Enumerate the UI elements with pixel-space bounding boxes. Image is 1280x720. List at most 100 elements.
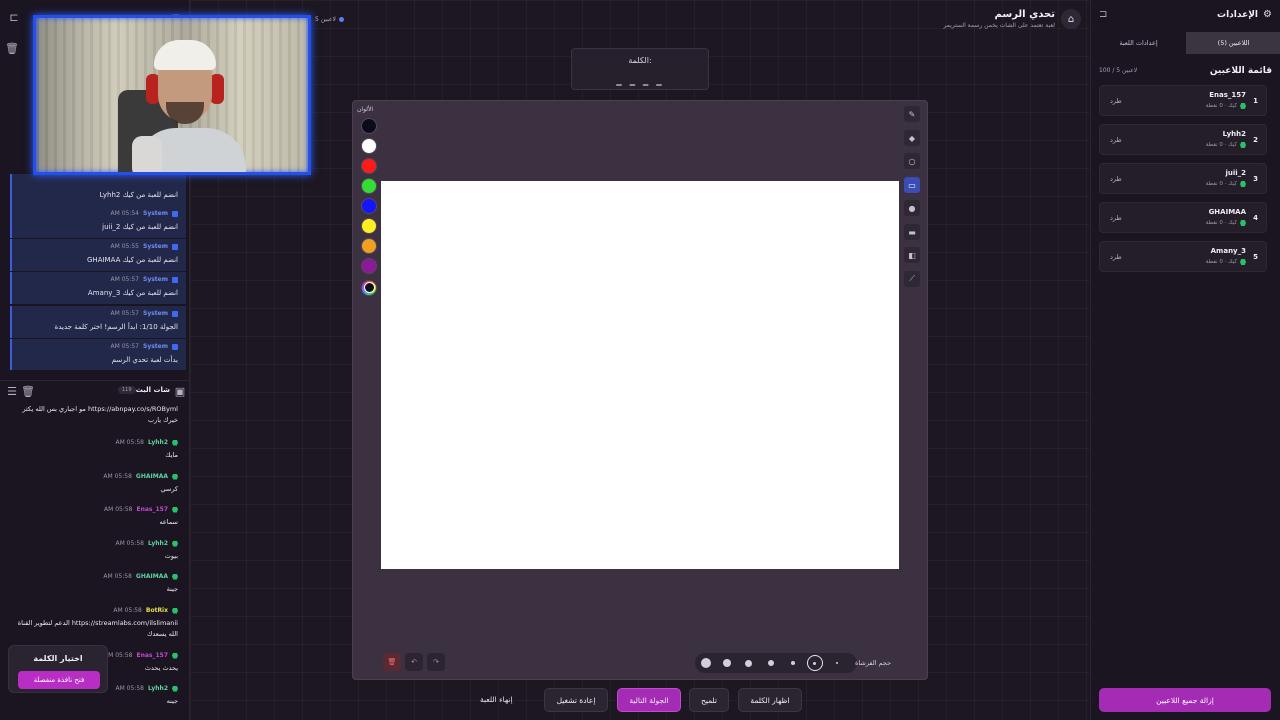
message-time: AM 05:57 — [110, 310, 139, 317]
brush-size-label: حجم الفرشاة — [855, 659, 892, 667]
color-swatch-blue[interactable] — [361, 198, 377, 214]
system-message: AM 05:54 System juii_2 انضم للعبة من كيك — [10, 206, 186, 238]
player-card: 1 Enas_157 كيك · 0 نقطة طرد — [1099, 85, 1267, 116]
brush-size-1-dot — [813, 661, 816, 665]
player-card: 2 Lyhh2 كيك · 0 نقطة طرد — [1099, 124, 1267, 155]
brush-size-2[interactable] — [791, 661, 795, 665]
kick-button[interactable]: طرد — [1110, 97, 1122, 105]
hint-button[interactable]: تلميح — [689, 688, 729, 712]
kick-button[interactable]: طرد — [1110, 175, 1122, 183]
redo-icon[interactable]: ↷ — [427, 653, 445, 671]
filled-circle-icon[interactable]: ● — [904, 200, 920, 216]
chat-message-text: مو اجباري بس الله يكثر https://abnpay.co… — [22, 405, 178, 424]
message-time: AM 05:57 — [110, 343, 139, 350]
tools-bar: ✎ ◆ ○ ▭ ● ▬ ◧ ⟋ — [902, 106, 922, 296]
clear-canvas-icon[interactable]: 🗑 — [383, 653, 401, 671]
tab-game-settings[interactable]: إعدادات اللعبة — [1091, 32, 1186, 54]
color-swatch-white[interactable] — [361, 138, 377, 154]
message-time: AM 05:57 — [110, 276, 139, 283]
menu-icon[interactable]: ☰ — [4, 383, 20, 399]
message-sender: System — [143, 310, 168, 317]
color-swatch-red[interactable] — [361, 158, 377, 174]
tab-players[interactable]: اللاعبين (5) — [1186, 32, 1280, 54]
player-name: juii_2 — [1225, 169, 1246, 177]
message-time: AM 05:58 — [115, 685, 144, 692]
kick-badge-icon — [1240, 259, 1246, 265]
player-card: 5 Amany_3 كيك · 0 نقطة طرد — [1099, 241, 1267, 272]
system-message: AM 05:57 System الجولة 1/10: ابدأ الرسم! … — [10, 306, 186, 338]
end-game-button[interactable]: إنهاء اللعبة — [480, 695, 513, 704]
chat-header: ☰ 🗑 119 شات البث ▣ — [0, 380, 190, 400]
system-message-text: Amany_3 انضم للعبة من كيك — [87, 289, 178, 297]
system-message-text: الجولة 1/10: ابدأ الرسم! اختر كلمة جديدة — [54, 323, 178, 331]
player-name: Lyhh2 — [1222, 130, 1246, 138]
fill-bucket-icon[interactable]: ◧ — [904, 247, 920, 263]
system-badge-icon — [172, 243, 178, 250]
system-message-text: GHAIMAA انضم للعبة من كيك — [87, 256, 178, 264]
trash-icon[interactable]: 🗑 — [20, 383, 36, 399]
system-badge-icon — [172, 343, 178, 350]
kick-badge-icon — [172, 607, 178, 614]
settings-title: الإعدادات — [1217, 10, 1258, 20]
chat-message: AM 05:58 BotRix الدعم لتطوير القناة https… — [8, 606, 178, 640]
color-swatch-yellow[interactable] — [361, 218, 377, 234]
players-capacity: 100 / 5 لاعبين — [1099, 67, 1138, 74]
kick-badge-icon — [1240, 220, 1246, 226]
custom-color-picker[interactable] — [361, 280, 377, 296]
chat-title: شات البث — [135, 386, 170, 394]
circle-icon[interactable]: ○ — [904, 153, 920, 169]
gear-icon: ⚙ — [1263, 9, 1272, 20]
brush-size-3[interactable] — [768, 660, 774, 666]
message-user: Enas_157 — [136, 652, 168, 659]
home-icon[interactable]: ⌂ — [1061, 9, 1081, 29]
undo-icon[interactable]: ↶ — [405, 653, 423, 671]
chat-message-text: جينة — [166, 585, 178, 593]
kick-button[interactable]: طرد — [1110, 214, 1122, 222]
player-rank: 5 — [1253, 253, 1258, 261]
eraser-icon[interactable]: ◆ — [904, 130, 920, 146]
message-user: Lyhh2 — [147, 685, 168, 692]
player-card: 3 juii_2 كيك · 0 نقطة طرد — [1099, 163, 1267, 194]
message-sender: System — [143, 276, 168, 283]
drawing-canvas[interactable] — [381, 181, 899, 569]
remove-all-players-button[interactable]: إزالة جميع اللاعبين — [1099, 688, 1271, 712]
restart-button[interactable]: إعادة تشغيل — [544, 688, 608, 712]
pencil-icon[interactable]: ✎ — [904, 106, 920, 122]
message-sender: System — [143, 343, 168, 350]
brush-size-4[interactable] — [745, 659, 752, 667]
chat-icon: ▣ — [174, 384, 186, 398]
collapse-panel-icon[interactable]: ⊐ — [1099, 9, 1107, 20]
message-time: AM 05:58 — [115, 540, 144, 547]
chat-message: AM 05:58 Enas_157 سماعه — [8, 505, 178, 528]
kick-badge-icon — [172, 506, 178, 513]
kick-button[interactable]: طرد — [1110, 136, 1122, 144]
player-name: Amany_3 — [1210, 247, 1246, 255]
brush-size-5[interactable] — [723, 659, 731, 667]
rectangle-icon[interactable]: ▭ — [904, 177, 920, 193]
kick-badge-icon — [1240, 181, 1246, 187]
kick-badge-icon — [172, 439, 178, 446]
message-user: GHAIMAA — [135, 473, 168, 480]
system-message-text: juii_2 انضم للعبة من كيك — [102, 223, 178, 231]
next-round-button[interactable]: الجولة التالية — [617, 688, 681, 712]
chat-message: AM 05:58 Lyhh2 بيوت — [8, 539, 178, 562]
brush-size-0[interactable] — [836, 662, 838, 664]
player-info: كيك · 0 نقطة — [1206, 181, 1246, 187]
color-swatch-green[interactable] — [361, 178, 377, 194]
color-swatch-purple[interactable] — [361, 258, 377, 274]
open-popup-button[interactable]: فتح نافذة منفصلة — [18, 671, 100, 689]
color-swatch-orange[interactable] — [361, 238, 377, 254]
drawing-frame: الألوان ✎ ◆ ○ ▭ ● ▬ ◧ ⟋ 🗑 ↶ ↷ حجم الفرشا… — [352, 100, 928, 680]
kick-button[interactable]: طرد — [1110, 253, 1122, 261]
system-message-text: Lyhh2 انضم للعبة من كيك — [99, 191, 178, 199]
filled-rectangle-icon[interactable]: ▬ — [904, 224, 920, 240]
system-message: AM 05:55 System GHAIMAA انضم للعبة من كيك — [10, 239, 186, 271]
brush-size-6[interactable] — [701, 658, 711, 668]
line-icon[interactable]: ⟋ — [904, 271, 920, 287]
message-user: Lyhh2 — [147, 439, 168, 446]
chat-count-badge: 119 — [118, 386, 136, 394]
collapse-left-icon[interactable]: ⊏ — [6, 9, 22, 25]
reveal-word-button[interactable]: اظهار الكلمة — [738, 688, 802, 712]
message-user: Enas_157 — [136, 506, 168, 513]
color-swatch-black[interactable] — [361, 118, 377, 134]
